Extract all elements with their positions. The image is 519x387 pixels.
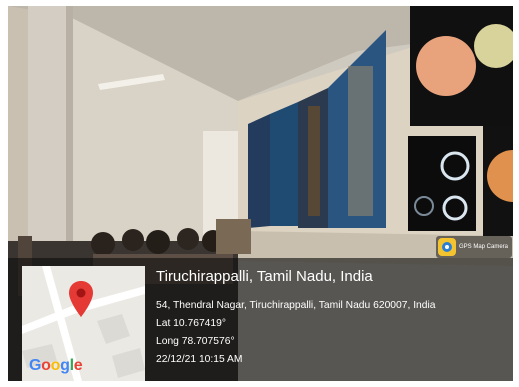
map-thumbnail: Google (22, 266, 145, 381)
location-address: 54, Thendral Nagar, Tiruchirappalli, Tam… (156, 300, 436, 311)
photo-frame: GPS Map Camera Google Tiruchirappalli, T… (8, 6, 513, 381)
location-title: Tiruchirappalli, Tamil Nadu, India (156, 268, 373, 285)
gps-map-camera-badge: GPS Map Camera (436, 236, 512, 258)
datetime-text: 22/12/21 10:15 AM (156, 354, 243, 365)
gps-map-camera-label: GPS Map Camera (459, 244, 509, 250)
longitude-text: Long 78.707576° (156, 336, 235, 347)
latitude-text: Lat 10.767419° (156, 318, 226, 329)
map-pin-icon (69, 281, 93, 317)
google-logo: Google (29, 357, 83, 374)
gps-map-camera-logo-icon (438, 238, 456, 256)
